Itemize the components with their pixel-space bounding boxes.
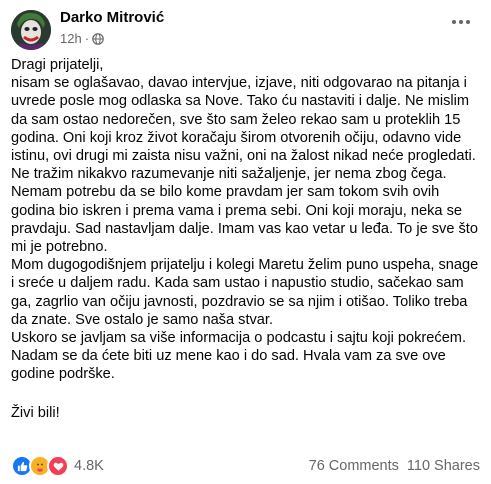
post-paragraph: Dragi prijatelji, [11,57,104,73]
meta-separator: · [84,31,90,46]
reaction-count: 4.8K [74,458,104,474]
post-body: Dragi prijatelji, nisam se oglašavao, da… [11,56,481,422]
post-meta: 12h · [60,31,104,46]
author-name[interactable]: Darko Mitrović [60,9,164,26]
love-reaction-icon [47,455,69,477]
author-avatar[interactable] [11,10,51,50]
post-time[interactable]: 12h [60,31,82,46]
reactions-summary[interactable]: 4.8K [11,455,104,477]
avatar-image [11,10,51,50]
post-paragraph: Mom dugogodišnjem prijatelju i kolegi Ma… [11,257,479,328]
post-footer: 4.8K 76 Comments 110 Shares [11,455,480,477]
globe-icon [92,32,104,45]
shares-count[interactable]: 110 Shares [407,458,480,474]
post-paragraph: Uskoro se javljam sa više informacija o … [11,330,467,383]
comments-count[interactable]: 76 Comments [309,458,399,474]
post-signoff: Živi bili! [11,404,60,421]
more-options-icon[interactable] [447,12,475,32]
post-paragraph: nisam se oglašavao, davao intervjue, izj… [11,75,476,165]
post-paragraph: Ne tražim nikakvo razumevanje niti sažal… [11,166,478,256]
